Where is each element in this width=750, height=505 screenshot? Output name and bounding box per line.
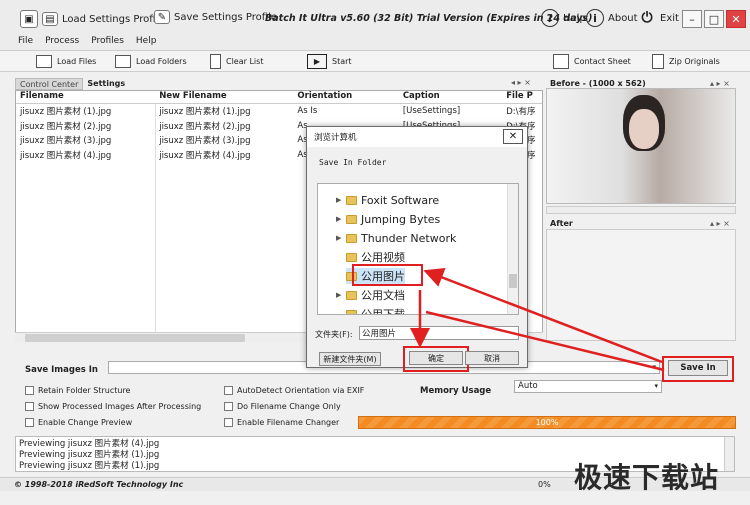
arrow-to-ok-line [425, 310, 665, 372]
arrow-to-folder [423, 268, 663, 364]
watermark: 极速下载站 [574, 461, 720, 494]
annotation-arrows [410, 268, 665, 372]
